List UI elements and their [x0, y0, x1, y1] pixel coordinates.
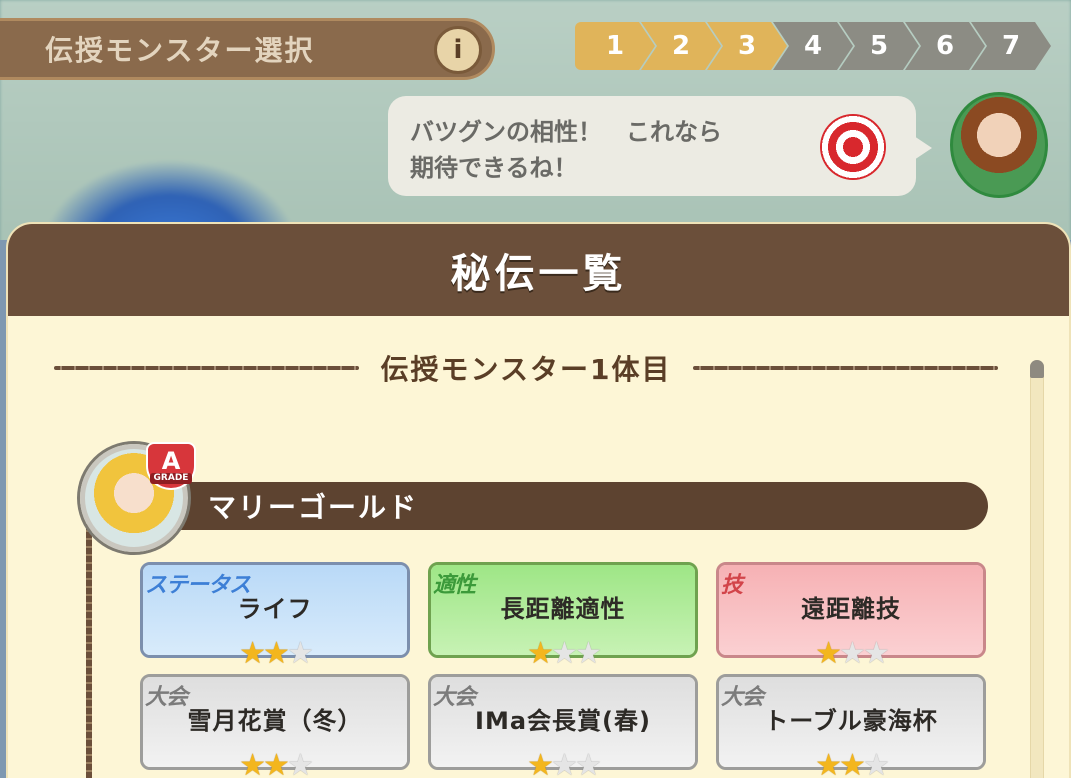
card-label: 長距離適性	[500, 595, 626, 623]
star-rating: ★★★	[431, 751, 695, 778]
npc-avatar	[950, 92, 1048, 198]
speech-bubble: バツグンの相性！ これなら 期待できるね！	[388, 96, 932, 196]
star-filled-icon: ★	[239, 748, 266, 778]
star-empty-icon: ★	[551, 636, 578, 671]
star-rating: ★★★	[719, 639, 983, 669]
info-icon: i	[453, 35, 463, 65]
secret-card[interactable]: ステータス ライフ ★★★	[140, 562, 410, 669]
header-title: 伝授モンスター選択	[45, 34, 315, 67]
monster-name-bar: マリーゴールド	[136, 482, 988, 530]
grade-badge: A GRADE	[146, 442, 196, 490]
card-label: ライフ	[237, 595, 313, 623]
section-divider-left	[54, 366, 359, 370]
scrollbar-thumb[interactable]	[1030, 360, 1044, 378]
card-label: トーブル豪海杯	[764, 707, 938, 735]
section-header: 伝授モンスター1体目	[54, 344, 998, 392]
secret-card[interactable]: 大会 トーブル豪海杯 ★★★	[716, 674, 986, 778]
monster-name: マリーゴールド	[208, 491, 419, 524]
star-empty-icon: ★	[551, 748, 578, 778]
card-label: 雪月花賞（冬）	[187, 707, 363, 735]
scrollbar[interactable]	[1030, 360, 1044, 778]
secret-card[interactable]: 大会 雪月花賞（冬） ★★★	[140, 674, 410, 778]
secret-card[interactable]: 大会 IMa会長賞(春) ★★★	[428, 674, 698, 778]
star-empty-icon: ★	[862, 748, 890, 778]
star-filled-icon: ★	[527, 636, 554, 671]
header-bar: 伝授モンスター選択 i	[0, 18, 495, 80]
card-label: 遠距離技	[801, 595, 901, 623]
speech-line-2: 期待できるね！	[410, 154, 578, 182]
grade-letter: A	[161, 446, 181, 475]
speech-line-1: バツグンの相性！ これなら	[410, 118, 722, 146]
star-rating: ★★★	[719, 751, 983, 778]
star-filled-icon: ★	[263, 636, 290, 671]
grade-caption: GRADE	[149, 472, 193, 484]
star-empty-icon: ★	[574, 748, 602, 778]
star-filled-icon: ★	[527, 748, 554, 778]
star-filled-icon: ★	[815, 748, 842, 778]
star-rating: ★★★	[431, 639, 695, 669]
tree-connector	[86, 524, 92, 778]
star-empty-icon: ★	[286, 636, 314, 671]
target-icon	[820, 114, 886, 180]
star-empty-icon: ★	[839, 636, 866, 671]
secret-card[interactable]: 技 遠距離技 ★★★	[716, 562, 986, 669]
info-button[interactable]: i	[434, 26, 482, 74]
step-progress: 1 2 3 4 5 6 7	[575, 22, 1051, 72]
star-empty-icon: ★	[574, 636, 602, 671]
card-label: IMa会長賞(春)	[475, 707, 651, 735]
star-rating: ★★★	[143, 751, 407, 778]
secret-list-modal: 秘伝一覧 伝授モンスター1体目 マリーゴールド A GRADE ステータス ライ…	[6, 222, 1071, 778]
secret-card[interactable]: 適性 長距離適性 ★★★	[428, 562, 698, 669]
star-filled-icon: ★	[839, 748, 866, 778]
star-empty-icon: ★	[286, 748, 314, 778]
step-1: 1	[575, 22, 655, 70]
star-filled-icon: ★	[239, 636, 266, 671]
modal-header: 秘伝一覧	[8, 224, 1069, 316]
star-filled-icon: ★	[815, 636, 842, 671]
star-rating: ★★★	[143, 639, 407, 669]
section-divider-right	[693, 366, 998, 370]
section-title: 伝授モンスター1体目	[380, 353, 672, 386]
star-empty-icon: ★	[862, 636, 890, 671]
star-filled-icon: ★	[263, 748, 290, 778]
modal-title: 秘伝一覧	[450, 251, 627, 297]
